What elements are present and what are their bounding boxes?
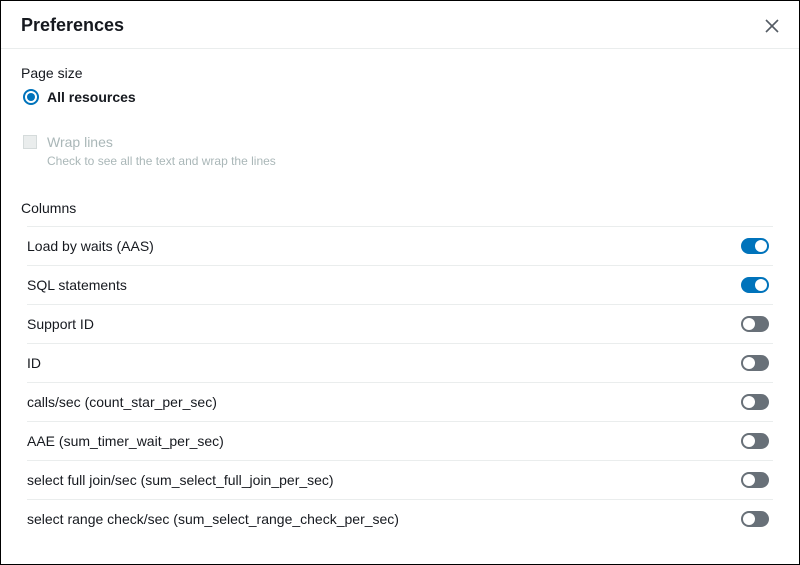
column-label: select range check/sec (sum_select_range… (27, 511, 399, 527)
column-row: Load by waits (AAS) (27, 226, 773, 265)
column-row: SQL statements (27, 265, 773, 304)
column-toggle[interactable] (741, 511, 769, 527)
column-row: select range check/sec (sum_select_range… (27, 499, 773, 538)
column-label: Load by waits (AAS) (27, 238, 154, 254)
column-row: calls/sec (count_star_per_sec) (27, 382, 773, 421)
wrap-lines-text: Wrap lines Check to see all the text and… (47, 133, 276, 170)
dialog-title: Preferences (21, 15, 124, 36)
column-row: Support ID (27, 304, 773, 343)
column-label: AAE (sum_timer_wait_per_sec) (27, 433, 224, 449)
column-toggle[interactable] (741, 238, 769, 254)
column-toggle[interactable] (741, 394, 769, 410)
checkbox-icon (23, 135, 37, 149)
column-label: ID (27, 355, 41, 371)
column-toggle[interactable] (741, 277, 769, 293)
column-row: select full join/sec (sum_select_full_jo… (27, 460, 773, 499)
close-button[interactable] (765, 19, 779, 33)
column-label: SQL statements (27, 277, 127, 293)
columns-label: Columns (21, 200, 779, 216)
column-row: AAE (sum_timer_wait_per_sec) (27, 421, 773, 460)
dialog-header: Preferences (1, 1, 799, 49)
page-size-label: Page size (21, 65, 779, 81)
page-size-radio-row[interactable]: All resources (23, 89, 779, 105)
radio-icon (23, 89, 39, 105)
columns-list: Load by waits (AAS) SQL statements Suppo… (27, 226, 773, 538)
wrap-lines-checkbox: Wrap lines Check to see all the text and… (23, 133, 779, 170)
wrap-lines-title: Wrap lines (47, 133, 276, 151)
wrap-lines-description: Check to see all the text and wrap the l… (47, 153, 276, 170)
column-toggle[interactable] (741, 316, 769, 332)
dialog-content: Page size All resources Wrap lines Check… (1, 49, 799, 538)
column-label: select full join/sec (sum_select_full_jo… (27, 472, 334, 488)
column-toggle[interactable] (741, 472, 769, 488)
column-toggle[interactable] (741, 433, 769, 449)
column-toggle[interactable] (741, 355, 769, 371)
close-icon (765, 19, 779, 33)
column-label: Support ID (27, 316, 94, 332)
column-row: ID (27, 343, 773, 382)
column-label: calls/sec (count_star_per_sec) (27, 394, 217, 410)
page-size-radio-label: All resources (47, 89, 136, 105)
